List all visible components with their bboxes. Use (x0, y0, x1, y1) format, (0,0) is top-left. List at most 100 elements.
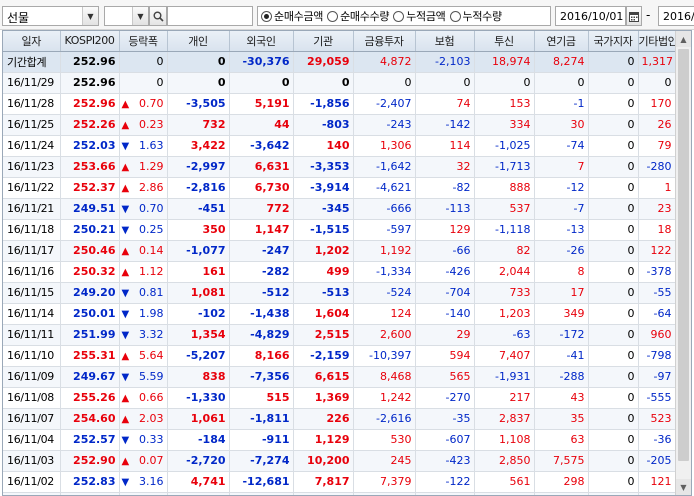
financial-investment-cell: 124 (353, 303, 416, 325)
table-row[interactable]: 16/11/25 252.26 ▲ 0.23 732 44 -803 -243 -142 334 3… (3, 114, 676, 136)
column-header[interactable]: 기관 (293, 31, 354, 52)
column-header[interactable]: 외국인 (229, 31, 294, 52)
investment-trust-cell: -1,931 (474, 366, 535, 388)
table-row[interactable]: 16/11/24 252.03 ▼ 1.63 3,422 -3,642 140 1,306 11… (3, 135, 676, 157)
table-row[interactable]: 16/11/08 255.26 ▲ 0.66 -1,330 515 1,369 1,242 -2… (3, 387, 676, 409)
calendar-button[interactable] (626, 6, 642, 26)
government-cell: 0 (588, 345, 639, 367)
column-header[interactable]: 개인 (167, 31, 230, 52)
column-header[interactable]: 일자 (3, 31, 61, 52)
table-row[interactable]: 16/11/16 250.32 ▲ 1.12 161 -282 499 -1,334 -426 2… (3, 261, 676, 283)
government-cell: 0 (588, 387, 639, 409)
kospi200-cell: 252.03 (60, 135, 120, 157)
radio-label: 순매수수량 (340, 10, 390, 23)
summary-row[interactable]: 기간합계 252.96 0 0 -30,376 29,059 4,872 -2,103 18,9… (3, 51, 676, 73)
other-corp-cell: -64 (638, 303, 676, 325)
table-row[interactable]: 16/11/22 252.37 ▲ 2.86 -2,816 6,730 -3,914 -4,6… (3, 177, 676, 199)
table-row[interactable]: 16/11/02 252.83 ▼ 3.16 4,741 -12,681 7,817 7,37… (3, 471, 676, 493)
financial-investment-cell: 1,242 (353, 387, 416, 409)
radio-selected-icon (261, 10, 272, 22)
table-row[interactable]: 16/11/01255.99▲0.06-29-4,3564,4483,18053… (3, 492, 676, 495)
individual-cell: -451 (167, 198, 230, 220)
up-triangle-icon: ▲ (121, 245, 130, 257)
individual-cell: 1,081 (167, 282, 230, 304)
column-header[interactable]: 보험 (415, 31, 475, 52)
individual-cell: -184 (167, 429, 230, 451)
search-button[interactable] (149, 6, 167, 26)
radio-cumulative-amount[interactable]: 누적금액 (393, 8, 446, 24)
other-corp-cell: 1 (638, 177, 676, 199)
column-header[interactable]: 국가지자 (588, 31, 639, 52)
table-row[interactable]: 16/11/03 252.90 ▲ 0.07 -2,720 -7,274 10,200 245… (3, 450, 676, 472)
insurance-cell: 74 (415, 93, 475, 115)
institution-cell: 2,515 (293, 324, 354, 346)
start-date-input[interactable]: 2016/10/01 (555, 6, 626, 26)
column-header[interactable]: 등락폭 (119, 31, 168, 52)
other-corp-cell: -55 (638, 282, 676, 304)
down-triangle-icon: ▼ (121, 287, 130, 299)
insurance-cell: 129 (415, 219, 475, 241)
table-row[interactable]: 16/11/07 254.60 ▲ 2.03 1,061 -1,811 226 -2,616-… (3, 408, 676, 430)
column-header[interactable]: KOSPI200 (60, 31, 120, 52)
table-row[interactable]: 16/11/04 252.57 ▼ 0.33 -184 -911 1,129 530 -607 1… (3, 429, 676, 451)
vertical-scrollbar[interactable]: ▲ ▼ (675, 31, 691, 495)
change-cell: ▼ 0.81 (119, 282, 168, 304)
table-row[interactable]: 16/11/18 250.21 ▼ 0.25 350 1,147 -1,515 -597 129… (3, 219, 676, 241)
individual-cell: 4,741 (167, 471, 230, 493)
scroll-down-arrow-icon[interactable]: ▼ (676, 479, 691, 495)
table-row[interactable]: 16/11/10 255.31 ▲ 5.64 -5,207 8,166 -2,159 -10,… (3, 345, 676, 367)
investment-trust-cell: 1,203 (474, 303, 535, 325)
chevron-down-icon[interactable]: ▼ (132, 7, 148, 25)
table-row[interactable]: 16/11/11 251.99 ▼ 3.32 1,354 -4,829 2,515 2,600… (3, 324, 676, 346)
radio-net-buy-quantity[interactable]: 순매수수량 (327, 8, 390, 24)
other-corp-cell: 79 (638, 135, 676, 157)
foreign-cell: 0 (229, 72, 294, 94)
column-header[interactable]: 연기금 (534, 31, 589, 52)
table-row[interactable]: 16/11/28 252.96 ▲ 0.70 -3,505 5,191 -1,856 -2,4… (3, 93, 676, 115)
table-header-row: 일자 KOSPI200 등락폭 개인 외국인 기관 금융투자 보험 투신 연기금 국가지자 기타법인 (3, 31, 676, 52)
insurance-cell: -122 (415, 471, 475, 493)
scrollbar-thumb[interactable] (678, 49, 689, 461)
radio-net-buy-amount[interactable]: 순매수금액 (261, 8, 323, 24)
chevron-down-icon[interactable]: ▼ (82, 7, 98, 25)
column-header[interactable]: 금융투자 (353, 31, 416, 52)
investor-trading-grid: 일자 KOSPI200 등락폭 개인 외국인 기관 금융투자 보험 투신 연기금 국가지자 기타법인 … (2, 30, 692, 496)
table-row[interactable]: 16/11/15 249.20 ▼ 0.81 1,081 -512 -513 -524 -704… (3, 282, 676, 304)
institution-cell: 10,200 (293, 450, 354, 472)
date-cell: 16/11/10 (3, 345, 61, 367)
table-row[interactable]: 16/11/14 250.01 ▼ 1.98 -102 -1,438 1,604 124 -14… (3, 303, 676, 325)
individual-cell: -1,077 (167, 240, 230, 262)
financial-investment-cell: 8,468 (353, 366, 416, 388)
column-header[interactable]: 기타법인 (638, 31, 676, 52)
pension-fund-cell: 7,575 (534, 450, 589, 472)
change-cell: ▼ 3.16 (119, 471, 168, 493)
radio-unselected-icon (449, 10, 461, 22)
table-row[interactable]: 16/11/09 249.67 ▼ 5.59 838 -7,356 6,615 8,468 56… (3, 366, 676, 388)
government-cell: 0 (588, 303, 639, 325)
table-row[interactable]: 16/11/29 252.96 0 0 0 0 0 0 0 0 0 0 (3, 72, 676, 94)
date-cell: 16/11/14 (3, 303, 61, 325)
column-header[interactable]: 투신 (474, 31, 535, 52)
table-row[interactable]: 16/11/17 250.46 ▲ 0.14 -1,077 -247 1,202 1,192-… (3, 240, 676, 262)
kospi200-cell: 250.01 (60, 303, 120, 325)
change-value: 5.64 (139, 349, 164, 362)
end-date-input[interactable]: 2016/ (658, 6, 694, 26)
insurance-cell: -142 (415, 114, 475, 136)
search-input[interactable] (167, 6, 253, 26)
insurance-cell: 0 (415, 72, 475, 94)
scroll-up-arrow-icon[interactable]: ▲ (676, 31, 691, 47)
radio-cumulative-quantity[interactable]: 누적수량 (449, 8, 502, 24)
investment-trust-cell: 217 (474, 387, 535, 409)
market-select[interactable]: 선물 ▼ (2, 6, 99, 26)
pension-fund-cell: -172 (534, 324, 589, 346)
date-cell: 16/11/09 (3, 366, 61, 388)
investment-trust-cell: 1,108 (474, 429, 535, 451)
other-corp-cell: 18 (638, 219, 676, 241)
change-value: 1.63 (139, 139, 164, 152)
code-select[interactable]: ▼ (104, 6, 149, 26)
table-row[interactable]: 16/11/21 249.51 ▼ 0.70 -451 772 -345 -666 -113 53… (3, 198, 676, 220)
insurance-cell: -607 (415, 429, 475, 451)
institution-cell: -3,914 (293, 177, 354, 199)
table-row[interactable]: 16/11/23 253.66 ▲ 1.29 -2,997 6,631 -3,353 -1,6… (3, 156, 676, 178)
foreign-cell: 1,147 (229, 219, 294, 241)
